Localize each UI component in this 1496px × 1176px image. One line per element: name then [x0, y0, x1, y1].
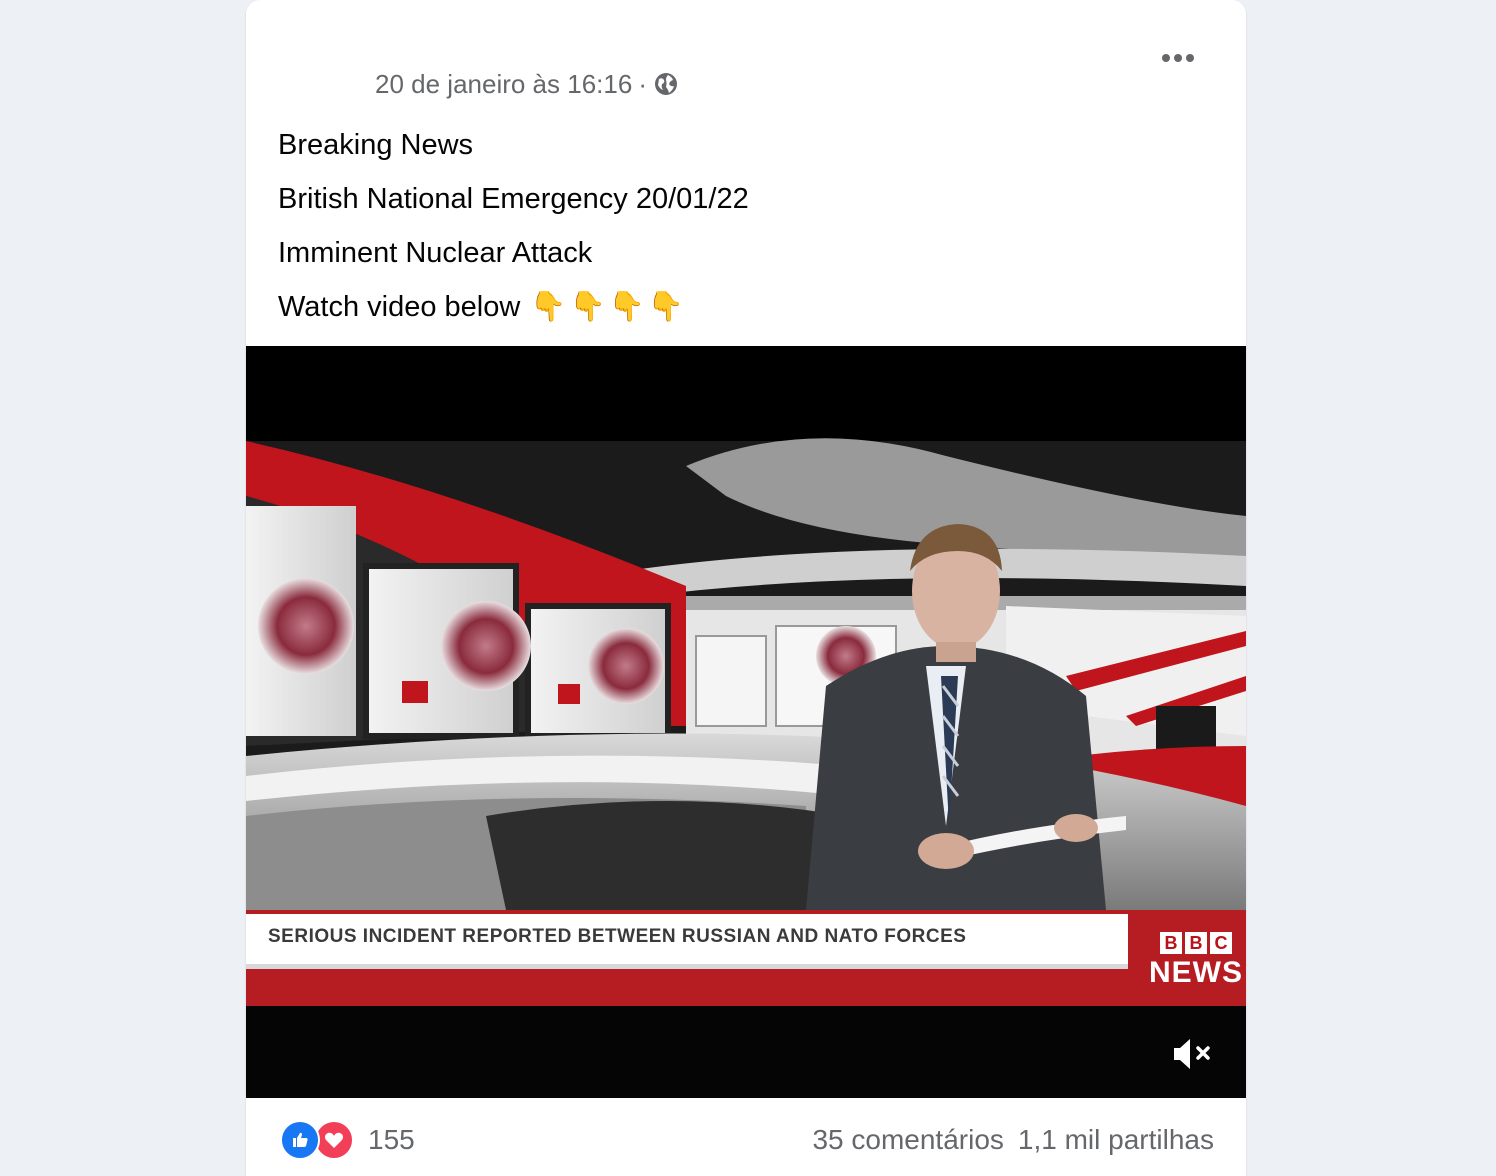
pointing-down-icon: 👇 [569, 291, 606, 323]
post-line-3: Imminent Nuclear Attack [278, 237, 593, 269]
pointing-down-emojis: 👇 👇 👇 👇 [530, 287, 683, 327]
shares-count-link[interactable]: 1,1 mil partilhas [1018, 1124, 1214, 1156]
like-icon [280, 1120, 320, 1160]
post-text: Breaking News British National Emergency… [278, 118, 1214, 334]
post-line-4-text: Watch video below [278, 291, 521, 323]
pointing-down-icon: 👇 [608, 291, 645, 323]
post-line-4: Watch video below 👇 👇 👇 👇 [278, 280, 1214, 334]
speaker-muted-icon [1174, 1039, 1210, 1069]
comments-count-link[interactable]: 35 comentários [812, 1124, 1003, 1156]
bbc-letter: B [1160, 932, 1182, 954]
globe-icon[interactable] [653, 71, 679, 97]
post-meta: 20 de janeiro às 16:16 · [375, 66, 679, 102]
reactions-summary[interactable]: 155 [280, 1120, 415, 1160]
video-player[interactable]: SERIOUS INCIDENT REPORTED BETWEEN RUSSIA… [246, 346, 1246, 1098]
post-footer: 155 35 comentários 1,1 mil partilhas [246, 1098, 1246, 1176]
bbc-letter: B [1185, 932, 1207, 954]
more-options-icon [1162, 54, 1194, 62]
more-options-button[interactable] [1156, 40, 1200, 76]
bbc-news-wordmark: NEWS [1149, 956, 1243, 989]
engagement-stats: 35 comentários 1,1 mil partilhas [812, 1120, 1214, 1160]
love-icon [314, 1120, 354, 1160]
bbc-letters: B B C [1146, 932, 1246, 954]
pointing-down-icon: 👇 [530, 291, 567, 323]
video-frame [246, 346, 1246, 1098]
news-ticker-text: SERIOUS INCIDENT REPORTED BETWEEN RUSSIA… [268, 926, 967, 947]
meta-separator: · [638, 68, 647, 99]
pointing-down-icon: 👇 [647, 291, 684, 323]
unmute-button[interactable] [1170, 1034, 1214, 1074]
bbc-news-logo: B B C NEWS [1146, 932, 1246, 990]
post-line-2: British National Emergency 20/01/22 [278, 183, 749, 215]
post-line-1: Breaking News [278, 129, 474, 161]
post-card: 20 de janeiro às 16:16 · Breaking News B… [246, 0, 1246, 1176]
reaction-count: 155 [368, 1124, 415, 1155]
post-timestamp[interactable]: 20 de janeiro às 16:16 [375, 69, 632, 100]
bbc-letter: C [1210, 932, 1232, 954]
